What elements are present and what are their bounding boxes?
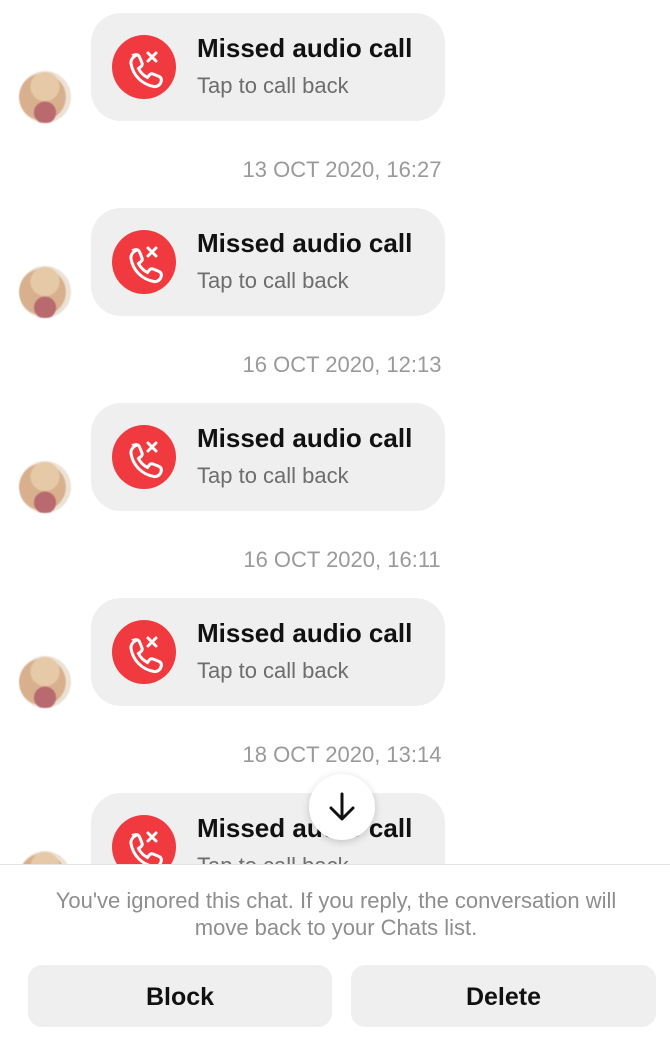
call-title: Missed audio call <box>197 813 413 843</box>
avatar[interactable] <box>19 71 71 123</box>
block-button[interactable]: Block <box>28 965 332 1027</box>
missed-call-icon <box>112 815 176 864</box>
message-timestamp: 13 OCT 2020, 16:27 <box>242 157 442 182</box>
missed-call-bubble[interactable]: Missed audio call Tap to call back <box>91 793 445 864</box>
missed-call-bubble[interactable]: Missed audio call Tap to call back <box>91 598 445 706</box>
avatar[interactable] <box>19 461 71 513</box>
missed-call-message[interactable]: Missed audio call Tap to call back <box>0 403 670 513</box>
call-subtitle: Tap to call back <box>197 658 349 683</box>
arrow-down-icon <box>329 792 355 821</box>
missed-call-message[interactable]: Missed audio call Tap to call back <box>0 598 670 708</box>
ignored-chat-notice: You've ignored this chat. If you reply, … <box>55 888 617 940</box>
missed-call-bubble[interactable]: Missed audio call Tap to call back <box>91 13 445 121</box>
delete-button[interactable]: Delete <box>351 965 656 1027</box>
missed-call-message[interactable]: Missed audio call Tap to call back <box>0 13 670 123</box>
avatar[interactable] <box>19 851 71 864</box>
scroll-to-bottom-button[interactable] <box>309 774 375 840</box>
call-title: Missed audio call <box>197 618 413 648</box>
ignored-chat-footer: You've ignored this chat. If you reply, … <box>0 864 670 1041</box>
avatar[interactable] <box>19 266 71 318</box>
chat-message-list[interactable]: Missed audio call Tap to call back 13 OC… <box>0 0 670 864</box>
missed-call-icon <box>112 35 176 99</box>
call-subtitle: Tap to call back <box>197 73 349 98</box>
call-title: Missed audio call <box>197 423 413 453</box>
message-timestamp: 16 OCT 2020, 12:13 <box>242 352 442 377</box>
call-subtitle: Tap to call back <box>197 463 349 488</box>
missed-call-icon <box>112 230 176 294</box>
message-timestamp: 18 OCT 2020, 13:14 <box>242 742 442 767</box>
missed-call-icon <box>112 620 176 684</box>
call-title: Missed audio call <box>197 33 413 63</box>
missed-call-message[interactable]: Missed audio call Tap to call back <box>0 208 670 318</box>
call-subtitle: Tap to call back <box>197 268 349 293</box>
call-subtitle: Tap to call back <box>197 853 349 864</box>
message-timestamp: 16 OCT 2020, 16:11 <box>243 547 441 572</box>
missed-call-icon <box>112 425 176 489</box>
call-title: Missed audio call <box>197 228 413 258</box>
missed-call-bubble[interactable]: Missed audio call Tap to call back <box>91 403 445 511</box>
missed-call-bubble[interactable]: Missed audio call Tap to call back <box>91 208 445 316</box>
avatar[interactable] <box>19 656 71 708</box>
